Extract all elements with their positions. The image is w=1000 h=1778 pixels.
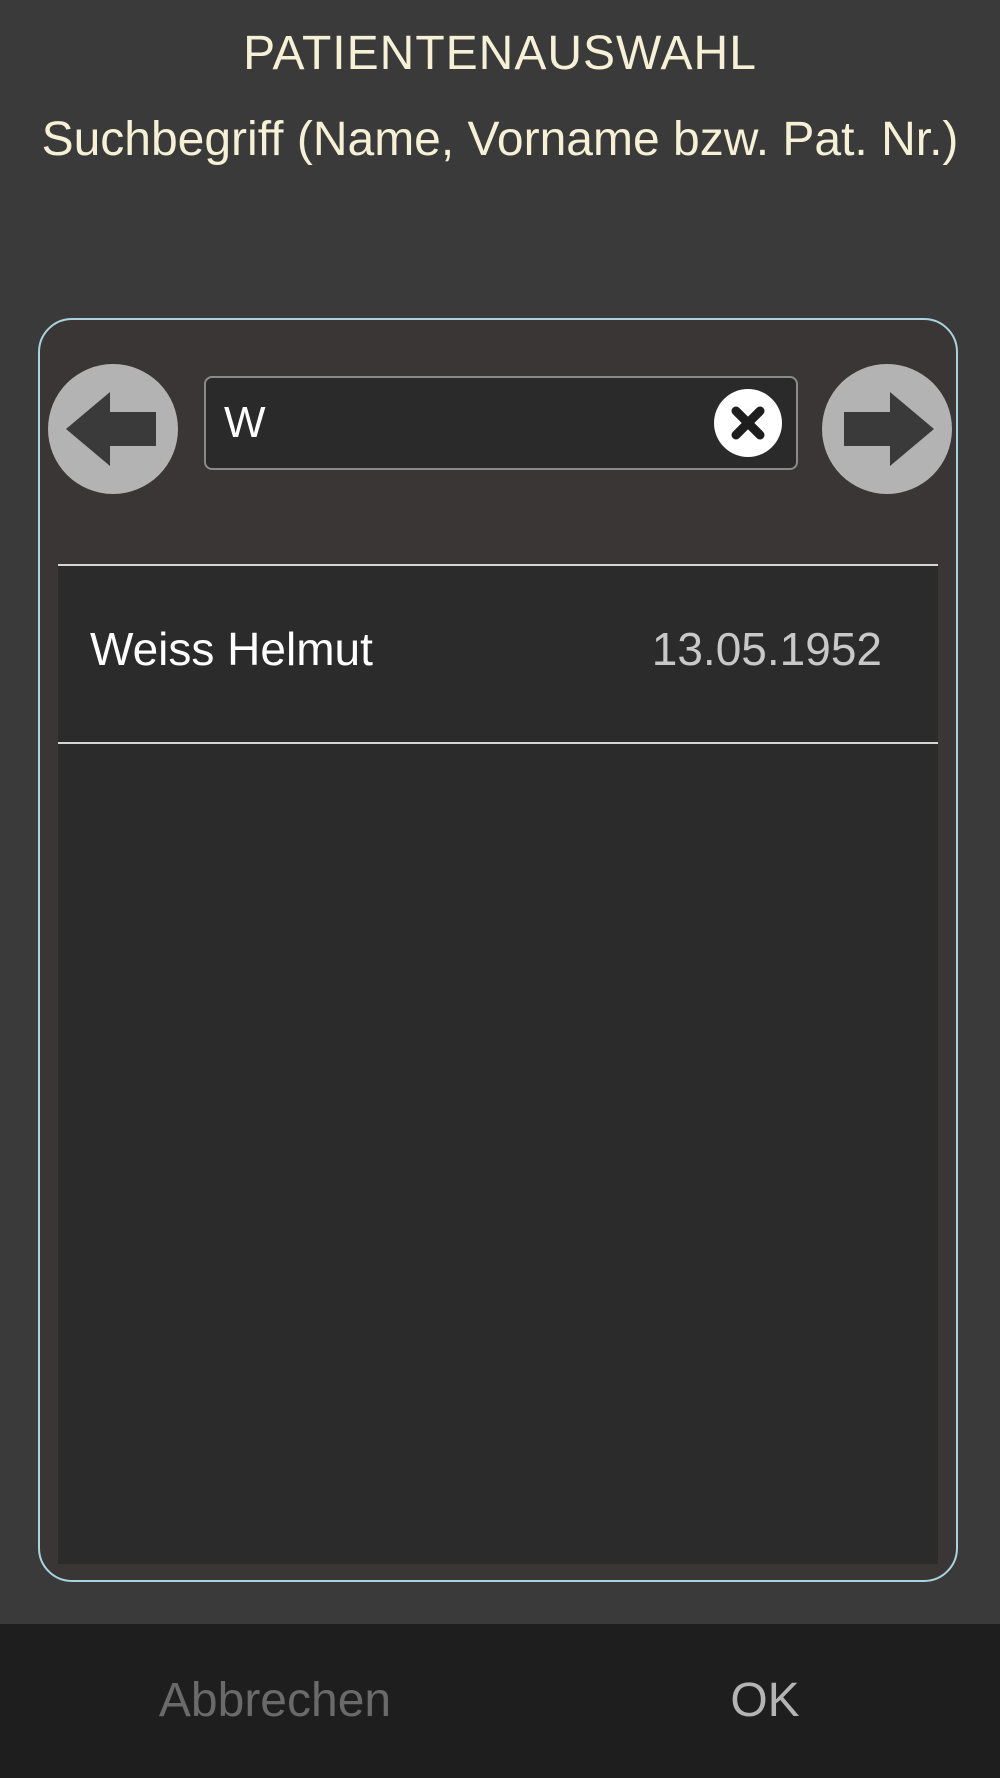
arrow-right-icon [844,392,934,466]
search-field[interactable] [204,376,798,470]
footer-bar: Abbrechen OK [0,1624,1000,1778]
cancel-button[interactable]: Abbrechen [0,1624,550,1778]
close-circle-icon [714,389,782,457]
patient-name: Weiss Helmut [90,623,373,675]
search-hint: Suchbegriff (Name, Vorname bzw. Pat. Nr.… [41,113,959,166]
search-input[interactable] [224,378,684,468]
patient-row[interactable]: Weiss Helmut 13.05.1952 [58,566,938,744]
next-button[interactable] [822,364,952,494]
patient-selection-screen: PATIENTENAUSWAHL Suchbegriff (Name, Vorn… [0,0,1000,1778]
page-title: PATIENTENAUSWAHL [243,27,757,80]
previous-button[interactable] [48,364,178,494]
patient-results-list: Weiss Helmut 13.05.1952 [58,564,938,1564]
search-panel: Weiss Helmut 13.05.1952 [38,318,958,1582]
patient-birthdate: 13.05.1952 [651,623,882,675]
ok-button[interactable]: OK [550,1624,980,1778]
clear-search-button[interactable] [706,387,790,459]
arrow-left-icon [66,392,156,466]
